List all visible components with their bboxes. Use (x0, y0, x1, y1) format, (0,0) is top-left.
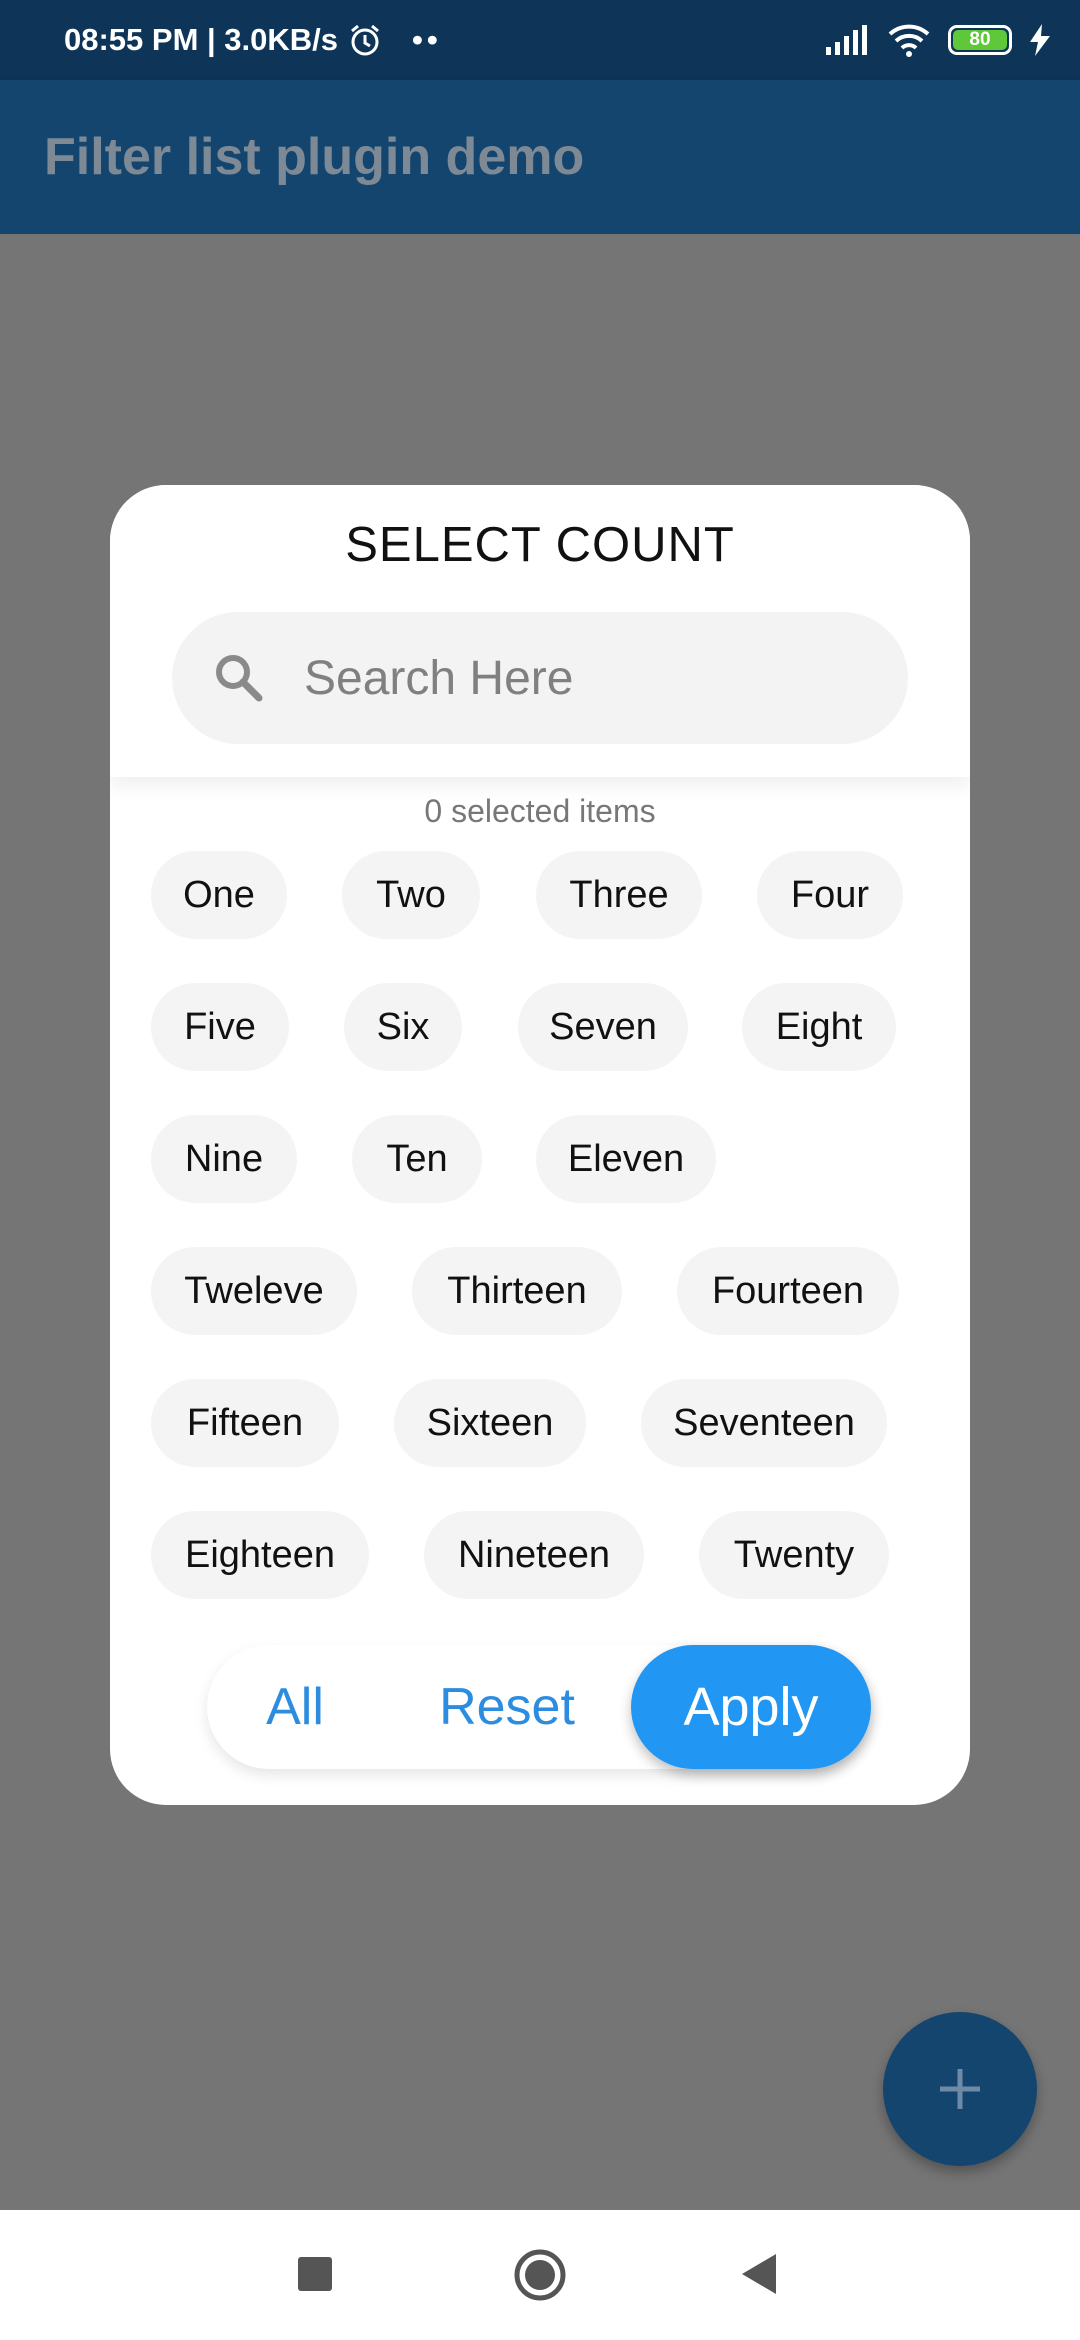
chip-two[interactable]: Two (342, 851, 480, 939)
app-bar: Filter list plugin demo (0, 80, 1080, 234)
notification-dots: •• (412, 22, 442, 57)
battery-icon: 80 (948, 25, 1012, 55)
dialog-header: SELECT COUNT (110, 485, 970, 777)
chip-seven[interactable]: Seven (518, 983, 688, 1071)
chip-thirteen[interactable]: Thirteen (412, 1247, 622, 1335)
status-bar: 08:55 PM | 3.0KB/s •• 80 (0, 0, 1080, 80)
chip-three[interactable]: Three (536, 851, 702, 939)
chip-fourteen[interactable]: Fourteen (677, 1247, 899, 1335)
status-icons: 80 (826, 0, 1050, 80)
back-button[interactable] (742, 2254, 778, 2294)
chip-seventeen[interactable]: Seventeen (641, 1379, 887, 1467)
chip-ten[interactable]: Ten (352, 1115, 482, 1203)
chip-one[interactable]: One (151, 851, 287, 939)
add-fab-button[interactable] (883, 2012, 1037, 2166)
search-input[interactable] (304, 650, 844, 706)
charging-icon (1030, 24, 1050, 56)
alarm-icon (348, 23, 382, 57)
dialog-title: SELECT COUNT (345, 518, 735, 572)
wifi-icon (888, 23, 930, 57)
signal-icon (826, 25, 870, 55)
system-nav-bar (0, 2210, 1080, 2340)
status-time: 08:55 PM | 3.0KB/s (64, 22, 339, 57)
reset-button[interactable]: Reset (383, 1645, 631, 1769)
chip-four[interactable]: Four (757, 851, 903, 939)
chip-nineteen[interactable]: Nineteen (424, 1511, 644, 1599)
chip-tweleve[interactable]: Tweleve (151, 1247, 357, 1335)
chip-eight[interactable]: Eight (742, 983, 896, 1071)
search-icon (212, 651, 266, 705)
app-title: Filter list plugin demo (44, 128, 585, 186)
action-bar: All Reset Apply (207, 1645, 871, 1769)
chip-five[interactable]: Five (151, 983, 289, 1071)
battery-level: 80 (953, 29, 1007, 50)
selected-count: 0 selected items (424, 793, 656, 829)
apply-button[interactable]: Apply (631, 1645, 871, 1769)
chip-fifteen[interactable]: Fifteen (151, 1379, 339, 1467)
all-button[interactable]: All (207, 1645, 383, 1769)
chip-twenty[interactable]: Twenty (699, 1511, 889, 1599)
chip-eleven[interactable]: Eleven (536, 1115, 716, 1203)
home-button[interactable] (513, 2248, 567, 2302)
recents-button[interactable] (298, 2257, 332, 2291)
filter-dialog: SELECT COUNT 0 selected items One Two Th… (110, 485, 970, 1805)
chip-sixteen[interactable]: Sixteen (394, 1379, 586, 1467)
plus-icon (938, 2067, 982, 2111)
chip-nine[interactable]: Nine (151, 1115, 297, 1203)
chip-eighteen[interactable]: Eighteen (151, 1511, 369, 1599)
chip-six[interactable]: Six (344, 983, 462, 1071)
search-box[interactable] (172, 612, 908, 744)
